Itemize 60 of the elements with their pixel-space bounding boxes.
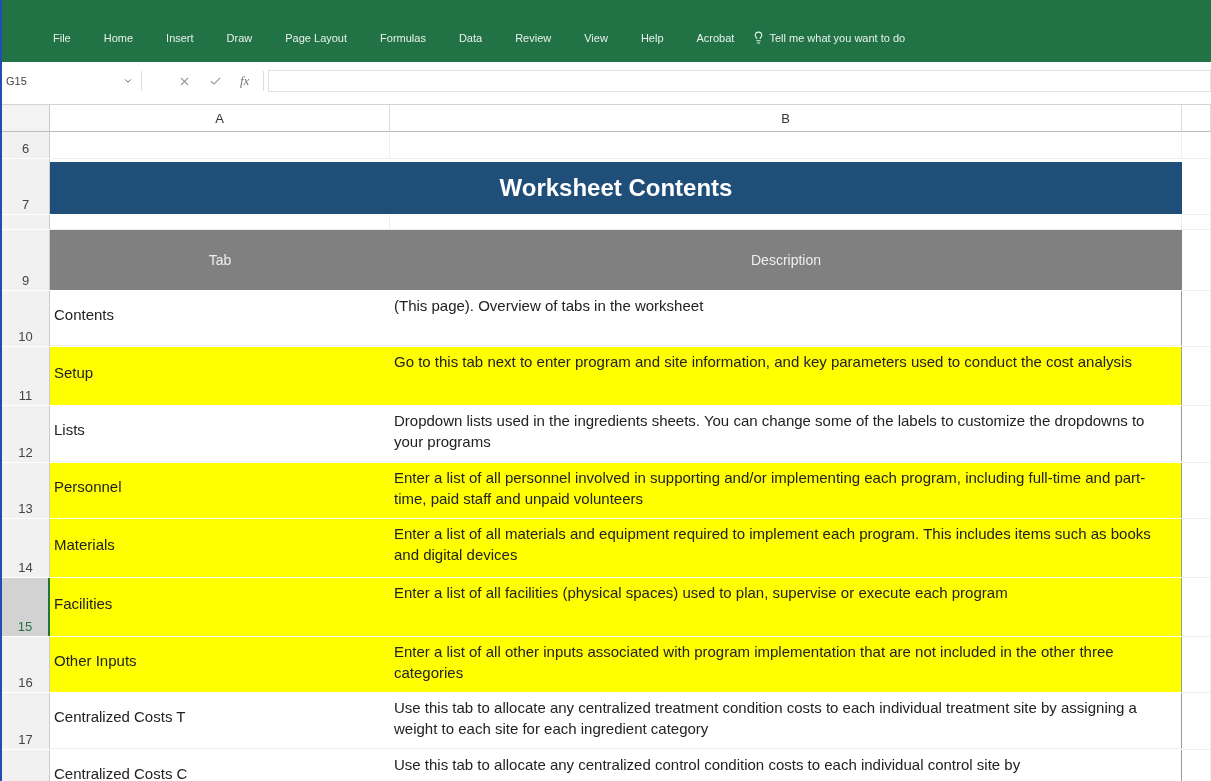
ribbon-tab[interactable]: Insert xyxy=(149,32,210,44)
tab-name-cell: Personnel xyxy=(50,463,390,518)
row-header[interactable]: 15 xyxy=(2,578,50,636)
description-cell: (This page). Overview of tabs in the worksheet xyxy=(390,291,1182,346)
ribbon-tab[interactable]: View xyxy=(567,32,624,44)
formula-field[interactable] xyxy=(268,70,1211,92)
tab-name-cell: Other Inputs xyxy=(50,637,390,692)
row-header[interactable]: 12 xyxy=(2,406,50,462)
ribbon-tab[interactable]: Data xyxy=(441,32,499,44)
ribbon-tab[interactable]: Formulas xyxy=(363,32,442,44)
dropdown-icon[interactable] xyxy=(123,76,133,86)
insert-function-button[interactable]: fx xyxy=(240,73,250,89)
column-heading: Tab xyxy=(50,230,390,290)
row-header[interactable]: 16 xyxy=(2,637,50,692)
empty-cell xyxy=(1182,291,1211,347)
select-all-corner[interactable] xyxy=(2,105,50,132)
empty-cell xyxy=(1182,463,1211,519)
tab-name-cell: Materials xyxy=(50,519,390,577)
row-header[interactable]: 11 xyxy=(2,347,50,405)
empty-cell xyxy=(1182,215,1211,230)
ribbon-tab[interactable]: Draw xyxy=(209,32,269,44)
description-cell: Enter a list of all personnel involved in supporting and/or implementing each program, including full-time and part-time, paid staff and unpaid volunteers xyxy=(390,463,1182,518)
description-cell: Enter a list of all materials and equipment required to implement each program. This includes items such as books and digital devices xyxy=(390,519,1182,577)
name-box[interactable]: G15 xyxy=(2,71,142,91)
row-header[interactable]: 17 xyxy=(2,693,50,749)
column-header[interactable]: A xyxy=(50,105,390,132)
ribbon-tab[interactable]: File xyxy=(36,32,87,44)
row-header[interactable]: 14 xyxy=(2,519,50,577)
row-header[interactable]: 6 xyxy=(2,132,50,158)
description-cell: Use this tab to allocate any centralized treatment condition costs to each individual treatment site by assigning a weight to each site for each ingredient category xyxy=(390,693,1182,749)
description-cell: Enter a list of all other inputs associated with program implementation that are not included in the other three categories xyxy=(390,637,1182,692)
empty-cell xyxy=(1182,347,1211,406)
empty-cell xyxy=(1182,406,1211,463)
row-header[interactable] xyxy=(2,215,50,229)
empty-cell xyxy=(1182,637,1211,693)
empty-cell xyxy=(1182,519,1211,578)
column-header[interactable]: B xyxy=(390,105,1182,132)
row-header[interactable]: 9 xyxy=(2,230,50,290)
description-cell: Dropdown lists used in the ingredients sheets. You can change some of the labels to customize the dropdowns to your programs xyxy=(390,406,1182,462)
empty-cell xyxy=(1182,693,1211,750)
empty-cell xyxy=(1182,159,1211,215)
row-header[interactable]: 7 xyxy=(2,159,50,214)
tell-me-search[interactable]: Tell me what you want to do xyxy=(769,31,906,44)
description-cell: Enter a list of all facilities (physical spaces) used to plan, supervise or execute each program xyxy=(390,578,1182,636)
ribbon-tab[interactable]: Review xyxy=(498,32,568,44)
empty-cell xyxy=(1182,230,1211,291)
ribbon-tab[interactable]: Page Layout xyxy=(268,32,364,44)
empty-cell xyxy=(1182,578,1211,637)
tab-name-cell: Setup xyxy=(50,347,390,405)
ribbon-tab[interactable]: Home xyxy=(86,32,150,44)
tab-name-cell: Facilities xyxy=(50,578,390,636)
column-heading: Description xyxy=(390,230,1182,290)
description-cell: Go to this tab next to enter program and site information, and key parameters used to conduct the cost analysis xyxy=(390,347,1182,405)
ribbon-tab[interactable]: Acrobat xyxy=(679,32,751,44)
worksheet-title: Worksheet Contents xyxy=(50,162,1182,214)
column-header[interactable] xyxy=(1182,105,1211,132)
ribbon-tab[interactable]: Help xyxy=(623,32,680,44)
row-header[interactable]: 10 xyxy=(2,291,50,346)
empty-cell xyxy=(1182,132,1211,159)
row-header[interactable]: 13 xyxy=(2,463,50,518)
